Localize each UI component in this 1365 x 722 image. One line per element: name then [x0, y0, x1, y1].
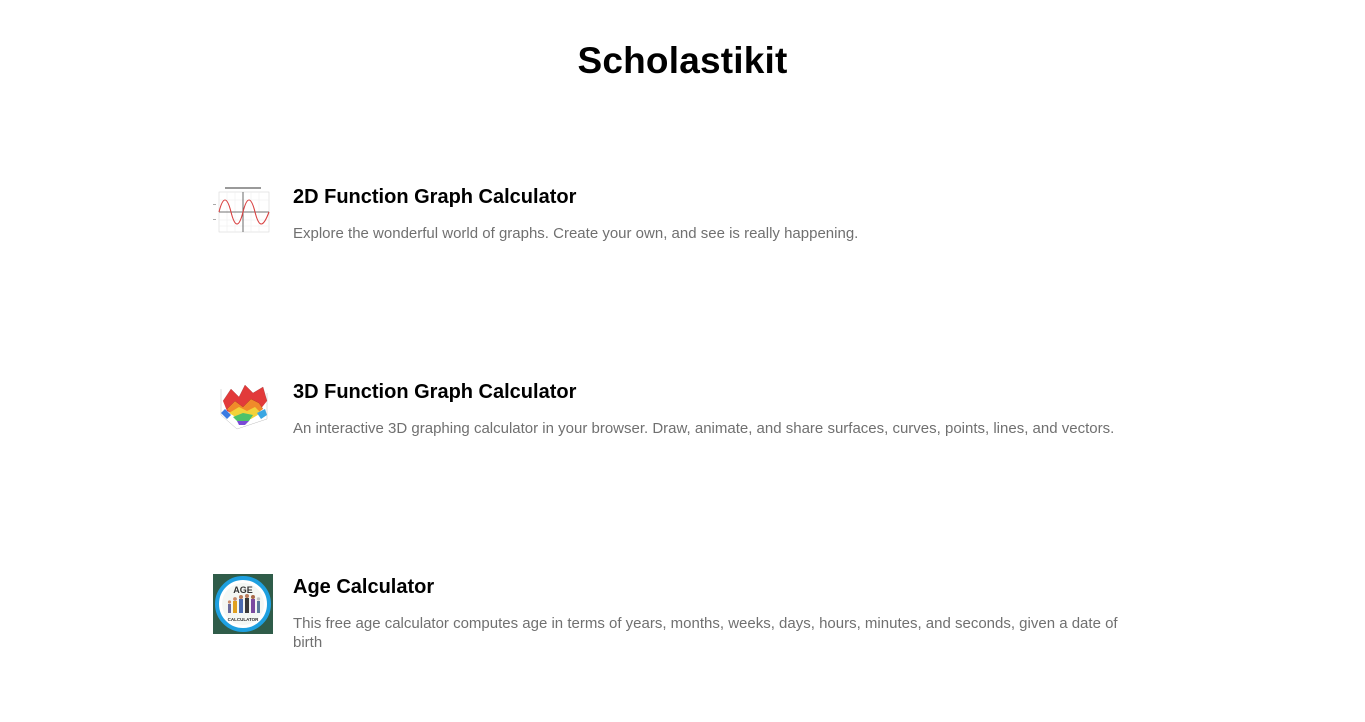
tool-list: 2D Function Graph Calculator Explore the…	[0, 0, 1365, 722]
tool-description: Explore the wonderful world of graphs. C…	[293, 225, 859, 242]
tool-title[interactable]: Age Calculator	[293, 574, 434, 600]
tool-card-age-calculator[interactable]: AGE CALCULATOR Age Calculator This free …	[213, 574, 1153, 674]
tool-description: An interactive 3D graphing calculator in…	[293, 420, 1115, 437]
tool-title[interactable]: 3D Function Graph Calculator	[293, 379, 576, 405]
age-calculator-thumbnail-icon[interactable]: AGE CALCULATOR	[213, 574, 273, 634]
2d-graph-thumbnail-icon[interactable]	[213, 184, 273, 244]
tool-description: This free age calculator computes age in…	[293, 615, 1118, 651]
age-icon-bottom-text: CALCULATOR	[228, 617, 260, 622]
age-icon-top-text: AGE	[233, 585, 253, 595]
tool-card-3d-graph[interactable]: 3D Function Graph Calculator An interact…	[213, 379, 1153, 479]
3d-surface-thumbnail-icon[interactable]	[213, 379, 273, 439]
tool-card-2d-graph[interactable]: 2D Function Graph Calculator Explore the…	[213, 184, 1153, 284]
tool-title[interactable]: 2D Function Graph Calculator	[293, 184, 576, 210]
